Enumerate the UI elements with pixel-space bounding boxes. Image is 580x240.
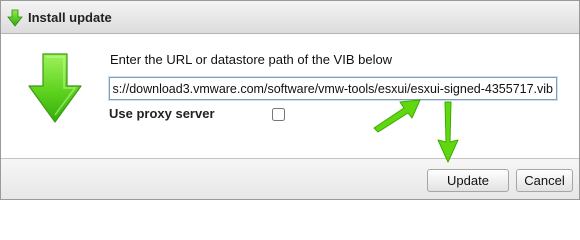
install-update-dialog: Install update Enter the URL or datastor…	[0, 0, 580, 200]
instruction-text: Enter the URL or datastore path of the V…	[110, 52, 393, 67]
update-button[interactable]: Update	[427, 169, 509, 192]
download-arrow-icon	[28, 53, 82, 123]
vib-url-input[interactable]	[109, 77, 557, 100]
dialog-footer: Update Cancel	[1, 158, 579, 199]
use-proxy-label: Use proxy server	[109, 106, 215, 121]
dialog-title: Install update	[28, 10, 112, 25]
cancel-button[interactable]: Cancel	[516, 169, 573, 192]
download-arrow-icon	[7, 9, 23, 27]
use-proxy-checkbox[interactable]	[272, 108, 285, 121]
dialog-titlebar: Install update	[1, 1, 579, 34]
